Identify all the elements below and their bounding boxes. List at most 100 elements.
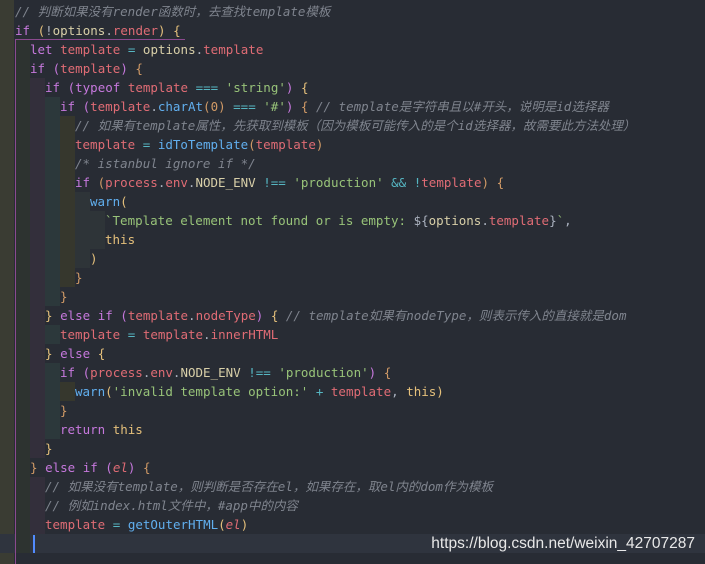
code-line[interactable]: if (!options.render) { bbox=[0, 21, 705, 40]
indent-block bbox=[90, 211, 105, 230]
code-line[interactable]: } bbox=[0, 401, 705, 420]
code-token: ( bbox=[203, 99, 211, 114]
code-line[interactable]: if (template.charAt(0) === '#') { // tem… bbox=[0, 97, 705, 116]
code-line[interactable]: ) bbox=[0, 249, 705, 268]
indent-block bbox=[30, 325, 45, 344]
code-token: ( bbox=[37, 23, 46, 38]
code-token: 'invalid template option:' bbox=[112, 384, 309, 399]
code-token: } bbox=[60, 403, 68, 418]
bracket-match-underline bbox=[15, 39, 185, 40]
code-token: 'production' bbox=[278, 365, 369, 380]
code-token: charAt bbox=[157, 99, 204, 114]
code-line[interactable]: `Template element not found or is empty:… bbox=[0, 211, 705, 230]
code-line[interactable]: } bbox=[0, 287, 705, 306]
indent-block bbox=[15, 325, 30, 344]
code-line[interactable]: let template = options.template bbox=[0, 40, 705, 59]
code-token: template bbox=[203, 42, 264, 57]
code-line[interactable]: } else if (el) { bbox=[0, 458, 705, 477]
code-line[interactable]: } else { bbox=[0, 344, 705, 363]
code-token: template bbox=[142, 327, 204, 342]
text-cursor bbox=[33, 535, 35, 553]
code-token: template bbox=[127, 80, 189, 95]
code-token: el bbox=[112, 460, 128, 475]
code-token: if bbox=[45, 80, 61, 95]
code-token: this bbox=[406, 384, 437, 399]
code-line[interactable]: // 例如index.html文件中，#app中的内容 bbox=[0, 496, 705, 515]
indent-block bbox=[45, 173, 60, 192]
indent-block bbox=[45, 135, 60, 154]
code-token: return bbox=[60, 422, 106, 437]
code-token: ! bbox=[45, 23, 53, 38]
code-token: } bbox=[45, 346, 53, 361]
code-line[interactable]: // 如果没有template，则判断是否存在el，如果存在，取el内的dom作… bbox=[0, 477, 705, 496]
code-line[interactable]: if (process.env.NODE_ENV !== 'production… bbox=[0, 173, 705, 192]
code-token: template bbox=[330, 384, 392, 399]
code-line[interactable]: this bbox=[0, 230, 705, 249]
code-token: ( bbox=[82, 365, 91, 380]
code-token: 'production' bbox=[293, 175, 384, 190]
indent-block bbox=[15, 515, 30, 534]
code-token: template bbox=[255, 137, 316, 152]
code-line[interactable]: template = template.innerHTML bbox=[0, 325, 705, 344]
code-line[interactable]: warn('invalid template option:' + templa… bbox=[0, 382, 705, 401]
code-token: template bbox=[127, 308, 189, 323]
code-token: ) bbox=[436, 384, 444, 399]
indent-block bbox=[30, 192, 45, 211]
code-line[interactable]: if (process.env.NODE_ENV !== 'production… bbox=[0, 363, 705, 382]
code-token: . bbox=[150, 99, 158, 114]
code-token: . bbox=[203, 327, 211, 342]
indent-block bbox=[60, 230, 75, 249]
code-token: } bbox=[75, 270, 83, 285]
code-line[interactable]: return this bbox=[0, 420, 705, 439]
indent-guide bbox=[15, 40, 16, 564]
indent-block bbox=[15, 382, 30, 401]
code-line[interactable]: // 如果有template属性，先获取到模板（因为模板可能传入的是个id选择器… bbox=[0, 116, 705, 135]
indent-block bbox=[15, 306, 30, 325]
code-line[interactable]: if (typeof template === 'string') { bbox=[0, 78, 705, 97]
code-token: else if bbox=[45, 460, 98, 475]
code-token: , bbox=[564, 213, 572, 228]
indent-block bbox=[30, 135, 45, 154]
code-line[interactable]: // 判断如果没有render函数时，去查找template模板 bbox=[0, 2, 705, 21]
indent-block bbox=[60, 192, 75, 211]
code-token: warn bbox=[75, 384, 106, 399]
code-line[interactable]: if (template) { bbox=[0, 59, 705, 78]
code-token: if bbox=[30, 61, 46, 76]
code-token: // 例如index.html文件中，#app中的内容 bbox=[45, 498, 298, 513]
code-line[interactable]: } bbox=[0, 439, 705, 458]
code-line[interactable]: template = getOuterHTML(el) bbox=[0, 515, 705, 534]
indent-block bbox=[60, 116, 75, 135]
code-line[interactable]: /* istanbul ignore if */ bbox=[0, 154, 705, 173]
indent-block bbox=[45, 401, 60, 420]
code-editor[interactable]: // 判断如果没有render函数时，去查找template模板 if (!opt… bbox=[0, 2, 705, 553]
code-token: !== bbox=[248, 365, 271, 380]
indent-block bbox=[15, 173, 30, 192]
code-line[interactable]: template = idToTemplate(template) bbox=[0, 135, 705, 154]
code-token: } bbox=[549, 213, 557, 228]
indent-block bbox=[30, 306, 45, 325]
code-token: ) bbox=[158, 23, 166, 38]
code-token: ( bbox=[67, 80, 76, 95]
code-line[interactable]: } bbox=[0, 268, 705, 287]
code-token: if bbox=[15, 23, 31, 38]
code-token: NODE_ENV bbox=[180, 365, 241, 380]
indent-block bbox=[30, 401, 45, 420]
indent-block bbox=[45, 154, 60, 173]
code-token: let bbox=[30, 42, 53, 57]
code-token: 0 bbox=[210, 99, 219, 114]
code-line[interactable]: } else if (template.nodeType) { // templ… bbox=[0, 306, 705, 325]
code-token: getOuterHTML bbox=[127, 517, 219, 532]
code-line[interactable]: warn( bbox=[0, 192, 705, 211]
